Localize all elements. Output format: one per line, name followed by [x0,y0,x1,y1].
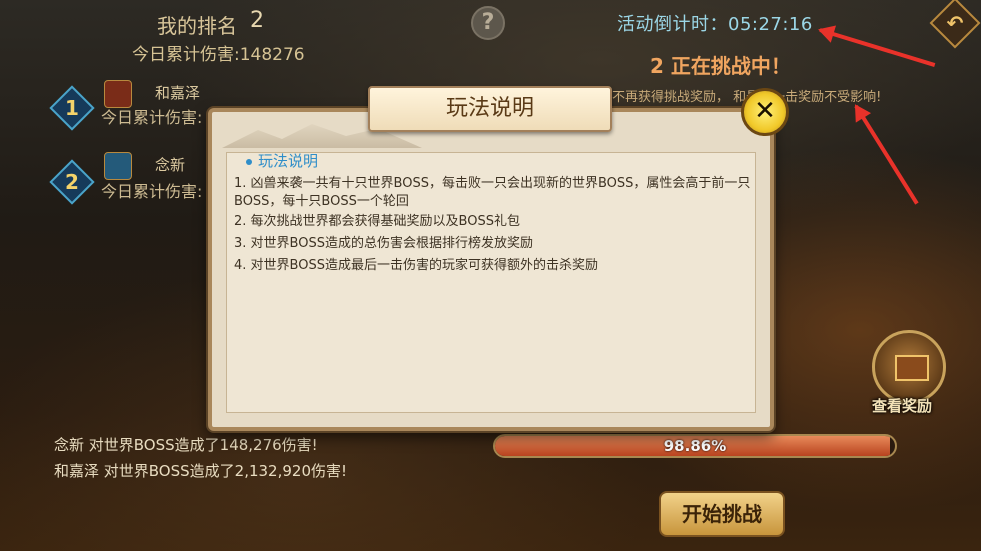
close-icon: ✕ [754,96,776,126]
view-rewards-label[interactable]: 查看奖励 [872,395,932,416]
treasure-chest-icon [895,355,929,381]
boss-hp-bar: 98.86% [493,434,897,458]
battle-log-line: 念新 对世界BOSS造成了148,276伤害! [54,436,318,454]
player-name: 和嘉泽 [155,84,201,102]
player-damage: 今日累计伤害: [101,182,203,201]
rule-item: 4. 对世界BOSS造成最后一击伤害的玩家可获得额外的击杀奖励 [234,258,598,273]
start-challenge-button[interactable]: 开始挑战 [659,491,785,537]
rule-item: 2. 每次挑战世界都会获得基础奖励以及BOSS礼包 [234,214,520,229]
help-button[interactable]: ? [471,6,505,40]
player-name: 念新 [155,156,186,174]
dialog-close-button[interactable]: ✕ [741,88,789,136]
player-avatar-icon[interactable] [104,152,132,180]
rules-section-title: 玩法说明 [246,150,318,171]
return-arrow-icon: ↶ [946,11,964,35]
bullet-icon [246,158,252,165]
my-rank-value: 2 [250,8,264,33]
battle-log-line: 和嘉泽 对世界BOSS造成了2,132,920伤害! [54,462,347,480]
challenging-status: 2 正在挑战中！ [650,54,791,78]
rule-item: 1. 凶兽来袭一共有十只世界BOSS，每击败一只会出现新的世界BOSS，属性会高… [234,176,751,209]
event-countdown: 活动倒计时：05:27:16 [617,14,813,35]
dialog-title: 玩法说明 [368,86,612,132]
my-rank-label: 我的排名 [157,14,237,38]
today-damage: 今日累计伤害:148276 [132,45,305,65]
boss-hp-percent: 98.86% [663,437,727,455]
rule-item: 3. 对世界BOSS造成的总伤害会根据排行榜发放奖励 [234,236,533,251]
view-rewards-button[interactable] [872,330,946,404]
question-icon: ? [481,10,495,35]
player-damage: 今日累计伤害: [101,108,203,127]
